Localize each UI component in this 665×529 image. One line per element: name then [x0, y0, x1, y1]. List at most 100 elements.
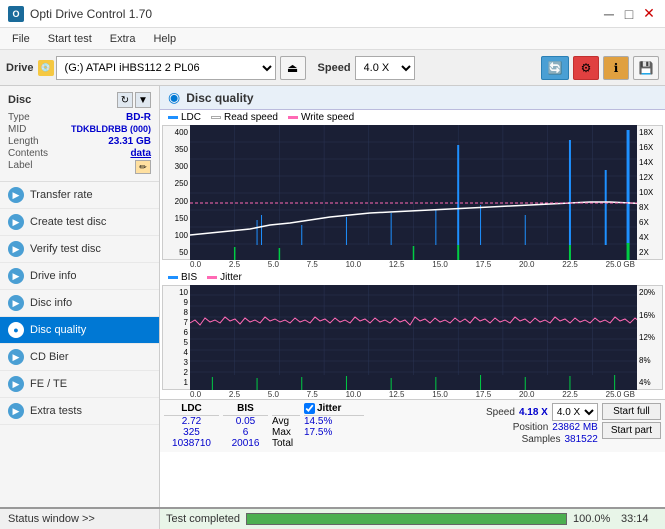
disc-info-btn[interactable]: ▼ — [135, 92, 151, 108]
disc-type-row: Type BD-R — [8, 112, 151, 123]
bis-total: 20016 — [223, 438, 268, 449]
info-button[interactable]: ℹ — [603, 56, 629, 80]
nav-drive-info[interactable]: ▶ Drive info — [0, 263, 159, 290]
samples-value: 381522 — [564, 434, 597, 445]
bis-legend: BIS — [168, 272, 197, 283]
read-speed-legend-label: Read speed — [224, 112, 278, 123]
top-chart-svg — [190, 125, 637, 260]
menu-start-test[interactable]: Start test — [40, 31, 100, 47]
length-label: Length — [8, 136, 39, 147]
samples-label: Samples — [522, 434, 561, 445]
drive-icon: 💿 — [38, 60, 54, 76]
jitter-legend: Jitter — [207, 272, 242, 283]
bis-legend-label: BIS — [181, 272, 197, 283]
nav-cd-bier[interactable]: ▶ CD Bier — [0, 344, 159, 371]
jitter-checkbox[interactable] — [304, 403, 315, 414]
ldc-max: 325 — [164, 427, 219, 438]
disc-mid-row: MID TDKBLDRBB (000) — [8, 124, 151, 135]
nav-fe-te[interactable]: ▶ FE / TE — [0, 371, 159, 398]
speed-value: 4.18 X — [519, 407, 548, 418]
contents-value[interactable]: data — [130, 148, 151, 159]
drive-select[interactable]: (G:) ATAPI iHBS112 2 PL06 — [56, 56, 276, 80]
settings-button[interactable]: ⚙ — [573, 56, 599, 80]
start-buttons[interactable]: Start full Start part — [602, 403, 661, 439]
content-area: ◉ Disc quality LDC Read speed Write spee… — [160, 86, 665, 507]
ldc-legend: LDC — [168, 112, 201, 123]
minimize-button[interactable]: ─ — [601, 6, 617, 22]
maximize-button[interactable]: □ — [621, 6, 637, 22]
nav-disc-quality[interactable]: ● Disc quality — [0, 317, 159, 344]
read-speed-legend-dot — [211, 116, 221, 119]
speed-dropdown[interactable]: 4.0 X — [552, 403, 598, 421]
ldc-legend-dot — [168, 116, 178, 119]
bis-max: 6 — [223, 427, 268, 438]
speed-stats: Speed 4.18 X 4.0 X Position 23862 MB Sam… — [486, 403, 598, 445]
top-chart-y-right: 18X 16X 14X 12X 10X 8X 6X 4X 2X — [637, 125, 663, 260]
ldc-total: 1038710 — [164, 438, 219, 449]
disc-length-row: Length 23.31 GB — [8, 136, 151, 147]
type-value: BD-R — [126, 112, 151, 123]
nav-transfer-rate[interactable]: ▶ Transfer rate — [0, 182, 159, 209]
start-full-button[interactable]: Start full — [602, 403, 661, 420]
menu-help[interactable]: Help — [145, 31, 184, 47]
bottom-status-bar: Status window >> Test completed 100.0% 3… — [0, 507, 665, 529]
nav-verify-test-disc[interactable]: ▶ Verify test disc — [0, 236, 159, 263]
bis-stats: BIS 0.05 6 20016 — [223, 403, 268, 449]
menu-file[interactable]: File — [4, 31, 38, 47]
progress-bar-outer — [246, 513, 567, 525]
save-button[interactable]: 💾 — [633, 56, 659, 80]
jitter-header: Jitter — [317, 403, 341, 414]
disc-quality-section-icon: ◉ — [168, 89, 180, 106]
label-edit-btn[interactable]: ✏ — [135, 160, 151, 174]
menu-extra[interactable]: Extra — [102, 31, 144, 47]
speed-select[interactable]: 4.0 X — [355, 56, 415, 80]
extra-tests-icon: ▶ — [8, 403, 24, 419]
nav-cd-bier-label: CD Bier — [30, 351, 69, 363]
disc-quality-header: ◉ Disc quality — [160, 86, 665, 110]
nav-disc-info[interactable]: ▶ Disc info — [0, 290, 159, 317]
nav-transfer-rate-label: Transfer rate — [30, 189, 93, 201]
title-bar-controls[interactable]: ─ □ ✕ — [601, 6, 657, 22]
read-speed-legend: Read speed — [211, 112, 278, 123]
nav-verify-test-disc-label: Verify test disc — [30, 243, 101, 255]
transfer-rate-icon: ▶ — [8, 187, 24, 203]
bis-legend-dot — [168, 276, 178, 279]
position-label: Position — [513, 422, 549, 433]
bottom-chart-svg — [190, 285, 637, 390]
disc-panel: Disc ↻ ▼ Type BD-R MID TDKBLDRBB (000) L… — [0, 86, 159, 182]
nav-create-test-disc[interactable]: ▶ Create test disc — [0, 209, 159, 236]
eject-button[interactable]: ⏏ — [280, 56, 306, 80]
progress-percent: 100.0% — [573, 513, 615, 525]
bottom-chart-y-right: 20% 16% 12% 8% 4% — [637, 285, 663, 390]
mid-label: MID — [8, 124, 26, 135]
ldc-avg: 2.72 — [164, 416, 219, 427]
bottom-chart-area: 10 9 8 7 6 5 4 3 2 1 — [162, 285, 663, 390]
disc-refresh-btn[interactable]: ↻ — [117, 92, 133, 108]
ldc-legend-label: LDC — [181, 112, 201, 123]
nav-drive-info-label: Drive info — [30, 270, 76, 282]
disc-section-title: Disc — [8, 94, 31, 106]
jitter-legend-label: Jitter — [220, 272, 242, 283]
verify-test-disc-icon: ▶ — [8, 241, 24, 257]
main-area: Disc ↻ ▼ Type BD-R MID TDKBLDRBB (000) L… — [0, 86, 665, 507]
title-bar-left: O Opti Drive Control 1.70 — [8, 6, 152, 22]
nav-extra-tests[interactable]: ▶ Extra tests — [0, 398, 159, 425]
drive-info-icon: ▶ — [8, 268, 24, 284]
close-button[interactable]: ✕ — [641, 6, 657, 22]
length-value: 23.31 GB — [108, 136, 151, 147]
stats-section: LDC 2.72 325 1038710 BIS 0.05 6 20016 Av… — [160, 399, 665, 452]
status-window-button[interactable]: Status window >> — [0, 509, 160, 529]
disc-label-row: Label ✏ — [8, 160, 151, 174]
position-value: 23862 MB — [552, 422, 598, 433]
jitter-max: 17.5% — [304, 427, 364, 438]
app-icon: O — [8, 6, 24, 22]
refresh-button[interactable]: 🔄 — [541, 56, 569, 80]
start-part-button[interactable]: Start part — [602, 422, 661, 439]
contents-label: Contents — [8, 148, 48, 159]
bis-header: BIS — [223, 403, 268, 416]
create-test-disc-icon: ▶ — [8, 214, 24, 230]
bottom-chart-y-left: 10 9 8 7 6 5 4 3 2 1 — [162, 285, 190, 390]
max-label: Max — [272, 427, 300, 438]
ldc-stats: LDC 2.72 325 1038710 — [164, 403, 219, 449]
write-speed-legend-label: Write speed — [301, 112, 354, 123]
